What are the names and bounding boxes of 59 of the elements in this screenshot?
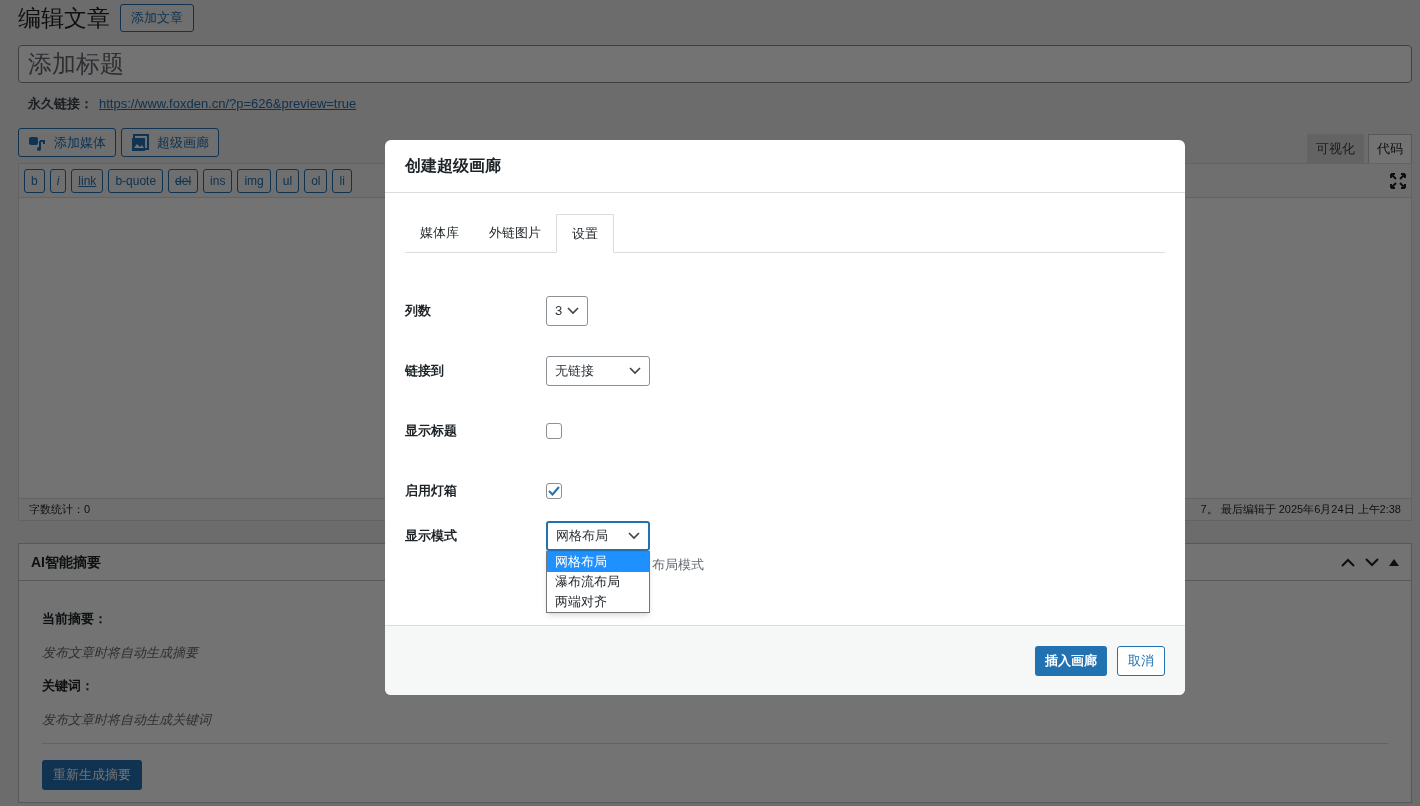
media-icon [28,134,46,151]
select-value: 3 [555,302,563,321]
summary-text: 发布文章时将自动生成摘要 [42,643,198,662]
dialog-tab[interactable]: 媒体库 [405,214,474,252]
dropdown-option[interactable]: 网格布局 [547,552,649,572]
chevron-down-icon [567,307,579,315]
setting-label: 列数 [405,302,432,321]
editor-tab[interactable]: 可视化 [1307,134,1364,163]
editor-tab[interactable]: 代码 [1368,134,1412,163]
add-post-button[interactable]: 添加文章 [120,4,194,32]
quicktag-button[interactable]: ul [275,168,300,193]
select-field[interactable]: 3 [546,296,588,326]
quicktag-button[interactable]: b [24,168,45,193]
select-value: 网格布局 [556,527,608,546]
dropdown-option[interactable]: 两端对齐 [547,592,649,612]
quicktag-button[interactable]: b-quote [108,168,164,193]
dialog-tab[interactable]: 外链图片 [474,214,556,252]
keywords-label: 关键词： [42,677,94,695]
gallery-button[interactable]: 超级画廊 [121,128,219,157]
panel-title: AI智能摘要 [31,552,101,572]
fullscreen-icon[interactable] [1390,172,1406,189]
quicktag-button[interactable]: del [168,168,199,193]
quicktag-button[interactable]: img [237,168,271,193]
setting-label: 显示模式 [405,527,458,545]
chevron-up-icon[interactable] [1341,557,1355,567]
regenerate-button[interactable]: 重新生成摘要 [42,760,142,790]
dialog-tab[interactable]: 设置 [556,214,614,253]
dropdown-option[interactable]: 瀑布流布局 [547,572,649,592]
setting-label: 启用灯箱 [405,482,458,501]
chevron-down-icon[interactable] [1365,557,1379,567]
last-edited-text: 7。 最后编辑于 2025年6月24日 上午2:38 [1200,502,1401,518]
chevron-down-icon [629,367,641,375]
quicktag-button[interactable]: ol [304,168,328,193]
quicktag-button[interactable]: link [71,168,104,193]
dialog-title: 创建超级画廊 [405,156,501,176]
insert-button[interactable]: 插入画廊 [1035,645,1107,676]
collapse-icon[interactable] [1389,558,1399,566]
select-field[interactable]: 无链接 [546,356,650,386]
word-count: 字数统计：0 [29,502,91,518]
select-value: 无链接 [555,362,594,381]
chevron-down-icon [628,532,640,540]
hint-text: 布局模式 [652,556,704,574]
permalink-label: 永久链接： [28,95,93,114]
setting-label: 链接到 [405,362,445,381]
page-title: 编辑文章 [18,4,110,33]
permalink-link[interactable]: https://www.foxden.cn/?p=626&preview=true [99,94,357,114]
select-field[interactable]: 网格布局 [546,521,650,551]
checkbox[interactable] [546,483,562,499]
title-field[interactable]: 添加标题 [18,45,1412,83]
gallery-icon [131,133,149,152]
add-media-button[interactable]: 添加媒体 [18,128,116,157]
quicktag-button[interactable]: i [49,168,67,193]
checkbox[interactable] [546,423,562,439]
keywords-text: 发布文章时将自动生成关键词 [42,710,211,729]
quicktag-button[interactable]: ins [203,168,233,193]
summary-label: 当前摘要： [42,610,107,628]
quicktag-button[interactable]: li [332,168,352,193]
setting-label: 显示标题 [405,422,458,441]
cancel-button[interactable]: 取消 [1117,645,1165,676]
